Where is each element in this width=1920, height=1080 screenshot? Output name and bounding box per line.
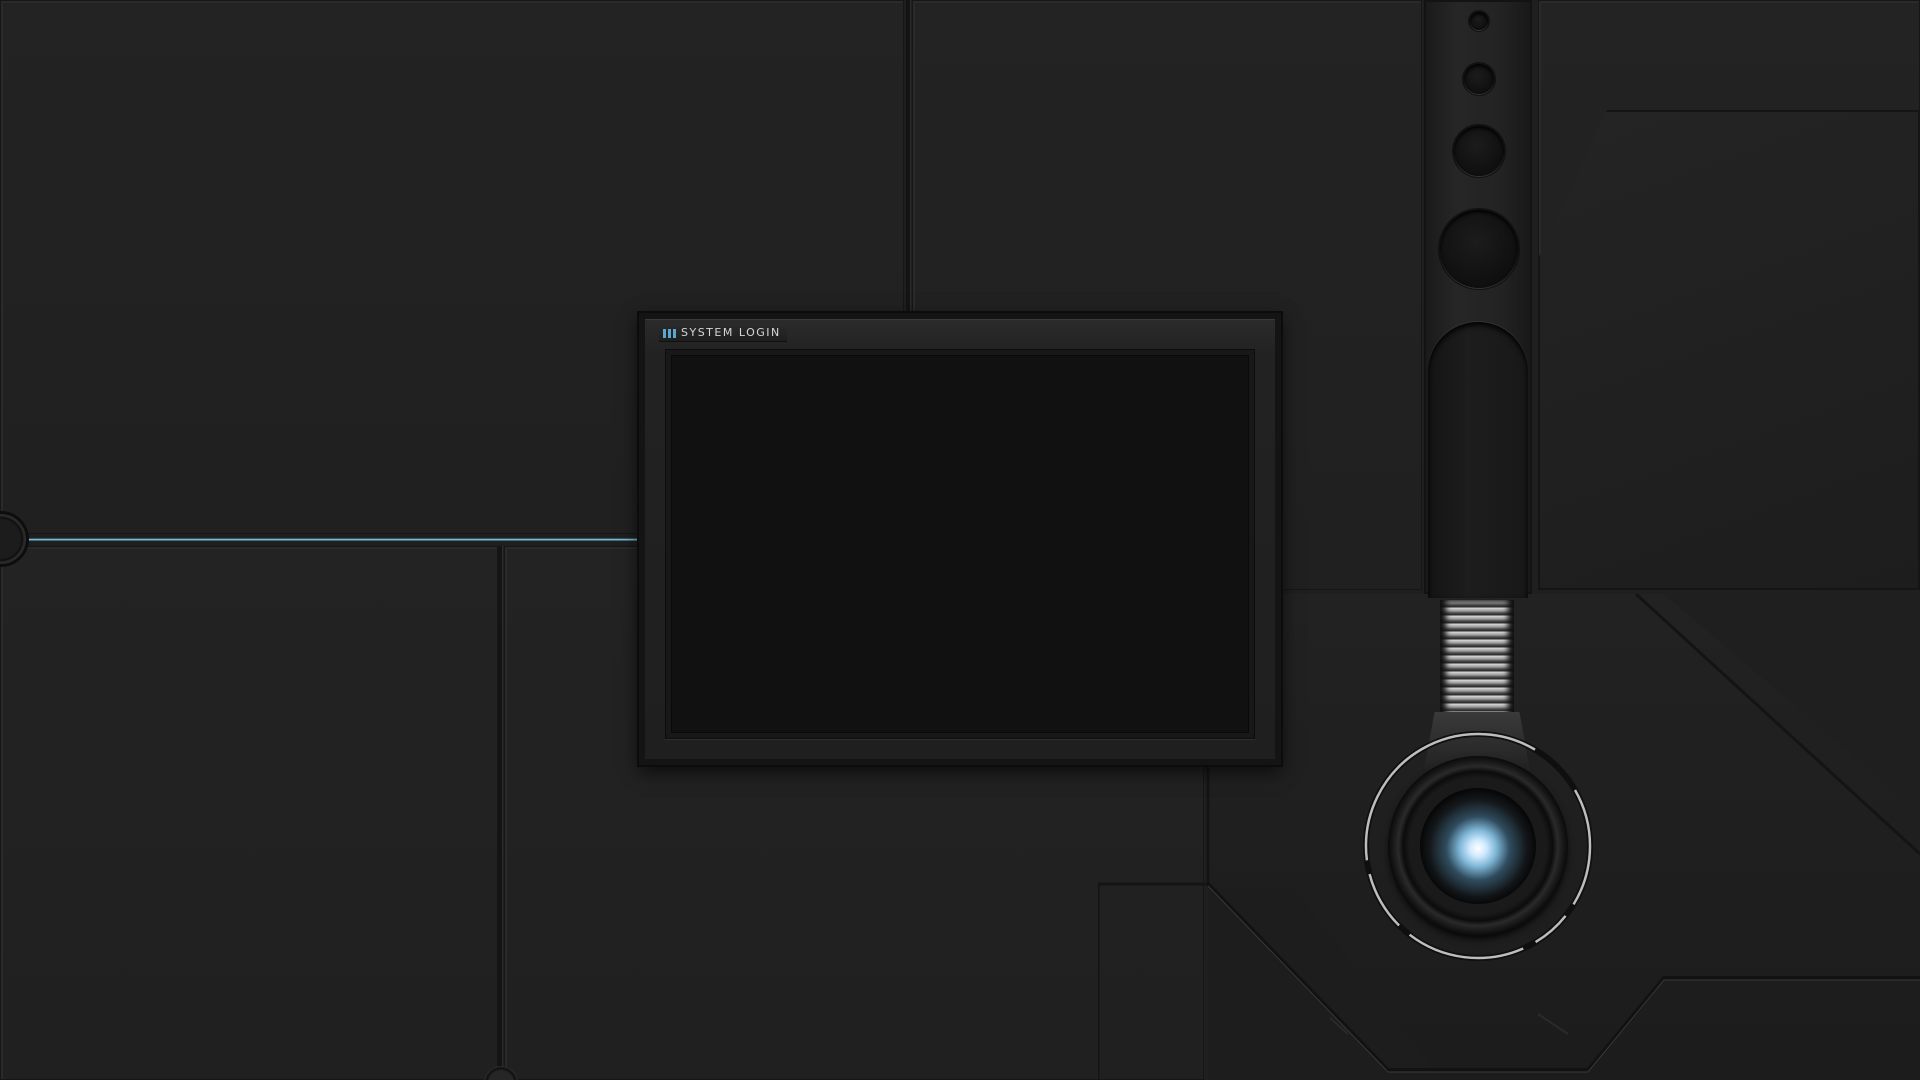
login-window[interactable]: SYSTEM LOGIN: [639, 313, 1281, 765]
speaker-hole-icon: [1464, 64, 1494, 94]
angled-plate-right: [1538, 110, 1920, 590]
panel-seam: [906, 0, 910, 320]
column-slot: [1428, 322, 1528, 598]
glowing-connector-line: [22, 537, 640, 542]
background-panel-bottom-left: [0, 546, 498, 1080]
speaker-hole-icon: [1440, 210, 1518, 288]
login-screen-bezel: [665, 349, 1255, 739]
desktop-scene: SYSTEM LOGIN: [0, 0, 1920, 1080]
login-screen[interactable]: [671, 355, 1249, 733]
speaker-hole-icon: [1470, 12, 1488, 30]
three-bars-icon: [663, 328, 676, 338]
login-titlebar[interactable]: SYSTEM LOGIN: [659, 325, 787, 341]
spring-coil: [1440, 600, 1514, 718]
login-window-title: SYSTEM LOGIN: [681, 326, 781, 339]
glowing-lens-icon[interactable]: [1420, 788, 1536, 904]
speaker-hole-icon: [1454, 126, 1504, 176]
panel-seam: [498, 546, 502, 1080]
login-window-frame: SYSTEM LOGIN: [645, 319, 1275, 759]
